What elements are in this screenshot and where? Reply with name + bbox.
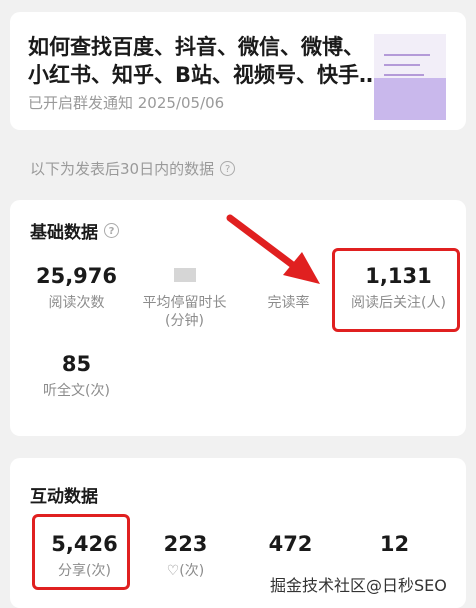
- watermark: 掘金技术社区@日秒SEO: [270, 576, 447, 595]
- arrow-shaft: [226, 214, 298, 270]
- red-arrow-annotation: [226, 214, 320, 284]
- arrow-head: [283, 252, 320, 284]
